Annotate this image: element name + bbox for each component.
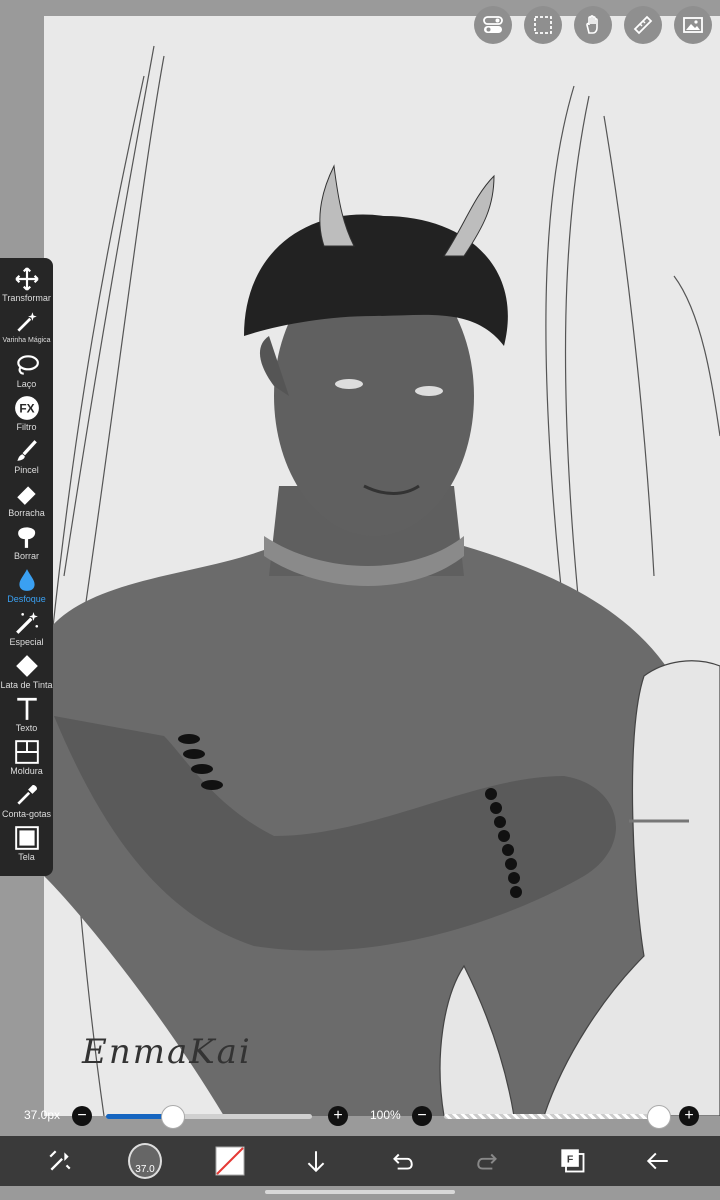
tool-laco[interactable]: Laço	[0, 352, 53, 395]
artwork-illustration	[44, 45, 720, 1116]
tool-label: Pincel	[14, 465, 39, 475]
download-icon[interactable]	[299, 1144, 333, 1178]
transform-swap-icon[interactable]	[43, 1144, 77, 1178]
tool-label: Lata de Tinta	[0, 680, 53, 690]
color-swatch-icon[interactable]	[213, 1144, 247, 1178]
opacity-knob[interactable]	[647, 1105, 671, 1129]
drawing-canvas[interactable]: EnmaKai	[44, 16, 720, 1116]
tool-moldura[interactable]: Moldura	[0, 739, 53, 782]
undo-icon[interactable]	[385, 1144, 419, 1178]
artist-signature: EnmaKai	[82, 1032, 252, 1072]
tool-label: Desfoque	[7, 594, 46, 604]
tool-label: Varinha Mágica	[2, 337, 51, 344]
tool-conta-gotas[interactable]: Conta-gotas	[0, 782, 53, 825]
tool-varinha-magica[interactable]: Varinha Mágica	[0, 309, 53, 352]
tool-lata-de-tinta[interactable]: Lata de Tinta	[0, 653, 53, 696]
back-icon[interactable]	[641, 1144, 675, 1178]
tool-desfoque[interactable]: Desfoque	[0, 567, 53, 610]
opacity-minus-button[interactable]: −	[412, 1106, 432, 1126]
hand-icon[interactable]	[574, 6, 612, 44]
tool-transformar[interactable]: Transformar	[0, 266, 53, 309]
system-nav-handle[interactable]	[265, 1190, 455, 1194]
tool-label: Tela	[18, 852, 35, 862]
tool-palette: Transformar Varinha Mágica Laço FX Filtr…	[0, 258, 53, 876]
tool-borracha[interactable]: Borracha	[0, 481, 53, 524]
lasso-icon	[16, 355, 39, 375]
brush-size-plus-button[interactable]: +	[328, 1106, 348, 1126]
fx-icon: FX	[14, 396, 39, 420]
toggles-icon[interactable]	[474, 6, 512, 44]
paint-bucket-icon	[15, 655, 38, 677]
tool-label: Moldura	[10, 766, 43, 776]
text-icon	[16, 697, 37, 720]
ruler-icon[interactable]	[624, 6, 662, 44]
opacity-plus-button[interactable]: +	[679, 1106, 699, 1126]
tool-pincel[interactable]: Pincel	[0, 438, 53, 481]
tool-especial[interactable]: Especial	[0, 610, 53, 653]
brush-size-icon[interactable]: 37.0	[128, 1143, 162, 1179]
tool-label: Especial	[9, 637, 44, 647]
tool-label: Borracha	[8, 508, 45, 518]
tool-label: Borrar	[13, 551, 39, 561]
frame-icon	[14, 740, 39, 764]
brush-icon	[16, 440, 37, 461]
tool-label: Laço	[16, 379, 37, 389]
brush-size-label: 37.0px	[24, 1108, 61, 1122]
brush-size-knob[interactable]	[160, 1105, 185, 1129]
brush-size-minus-button[interactable]: −	[72, 1106, 92, 1126]
layers-icon[interactable]: F	[556, 1144, 590, 1178]
tool-label: Filtro	[16, 422, 37, 432]
brush-size-badge: 37.0	[135, 1164, 155, 1175]
opacity-label: 100%	[370, 1108, 401, 1122]
tool-borrar[interactable]: Borrar	[0, 524, 53, 567]
canvas-icon	[14, 826, 39, 850]
svg-text:FX: FX	[19, 401, 34, 415]
move-arrows-icon	[14, 267, 39, 291]
blur-drop-icon	[18, 569, 35, 591]
tool-texto[interactable]: Texto	[0, 696, 53, 739]
eraser-icon	[16, 486, 36, 505]
gallery-icon[interactable]	[674, 6, 712, 44]
tool-tela[interactable]: Tela	[0, 825, 53, 868]
magic-wand-icon	[16, 312, 37, 332]
opacity-track[interactable]	[444, 1114, 658, 1119]
special-wand-icon	[15, 612, 38, 634]
bottom-toolbar: 37.0 F	[0, 1136, 720, 1186]
tool-label: Conta-gotas	[1, 809, 52, 819]
tool-label: Transformar	[2, 293, 51, 303]
redo-icon[interactable]	[471, 1144, 505, 1178]
tool-label: Texto	[15, 723, 38, 733]
selection-icon[interactable]	[524, 6, 562, 44]
tool-filtro[interactable]: FX Filtro	[0, 395, 53, 438]
svg-text:F: F	[567, 1154, 574, 1166]
eyedropper-icon	[16, 785, 37, 805]
smudge-icon	[17, 527, 35, 548]
